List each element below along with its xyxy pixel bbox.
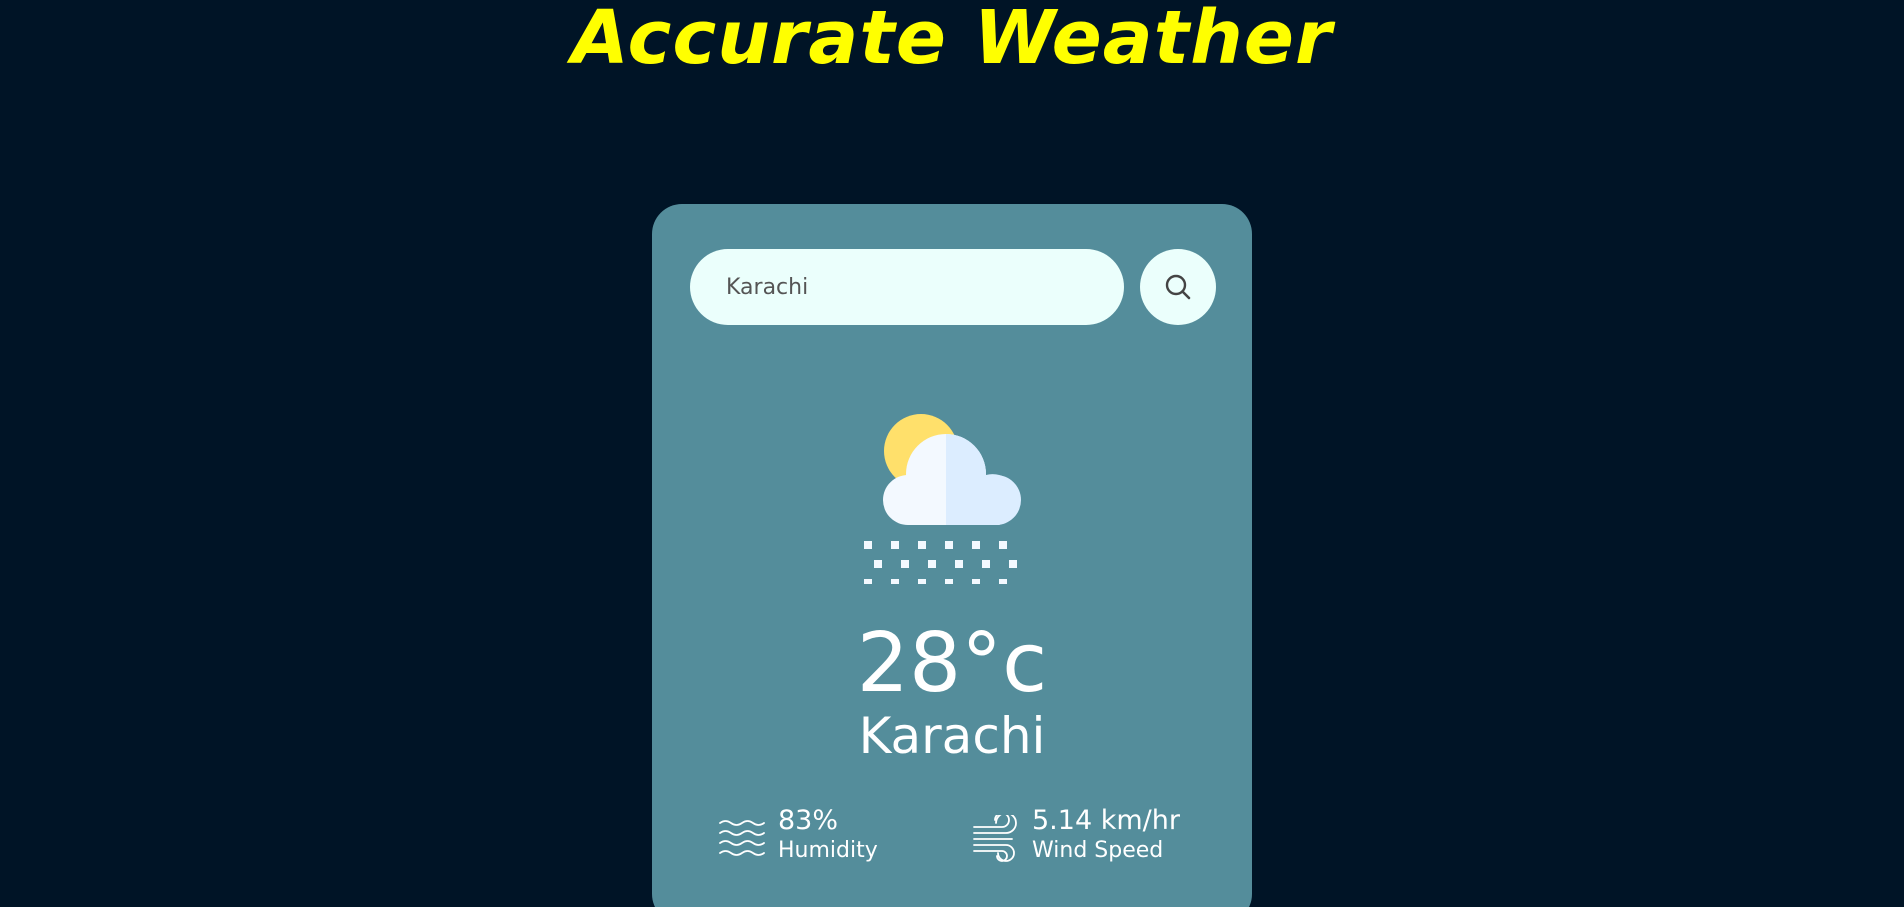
humidity-detail: 83% Humidity	[718, 800, 878, 870]
city-name: Karachi	[858, 707, 1046, 765]
search-button[interactable]	[1140, 249, 1216, 325]
city-search-input[interactable]	[690, 249, 1124, 325]
app-title: Accurate Weather	[571, 0, 1333, 81]
wind-icon	[973, 815, 1017, 862]
temperature: 28°c	[856, 616, 1048, 711]
search-icon	[1165, 274, 1191, 300]
page: Accurate Weather Karachi 28°c Karachi 83…	[0, 0, 1904, 907]
wind-speed-value: 5.14 km/hr	[1032, 805, 1180, 836]
weather-card: 28°c Karachi 83% Humidity	[652, 204, 1252, 907]
wind-speed-label: Wind Speed	[1032, 838, 1164, 863]
cloud-sun-snow-icon	[864, 414, 1021, 584]
wind-detail: 5.14 km/hr Wind Speed	[972, 800, 1180, 870]
humidity-label: Humidity	[778, 838, 878, 863]
humidity-value: 83%	[778, 805, 839, 836]
humidity-waves-icon	[719, 820, 765, 856]
weather-details: 83% Humidity 5.14 km/hr Wind Speed	[652, 800, 1252, 870]
search-bar	[690, 249, 1216, 325]
